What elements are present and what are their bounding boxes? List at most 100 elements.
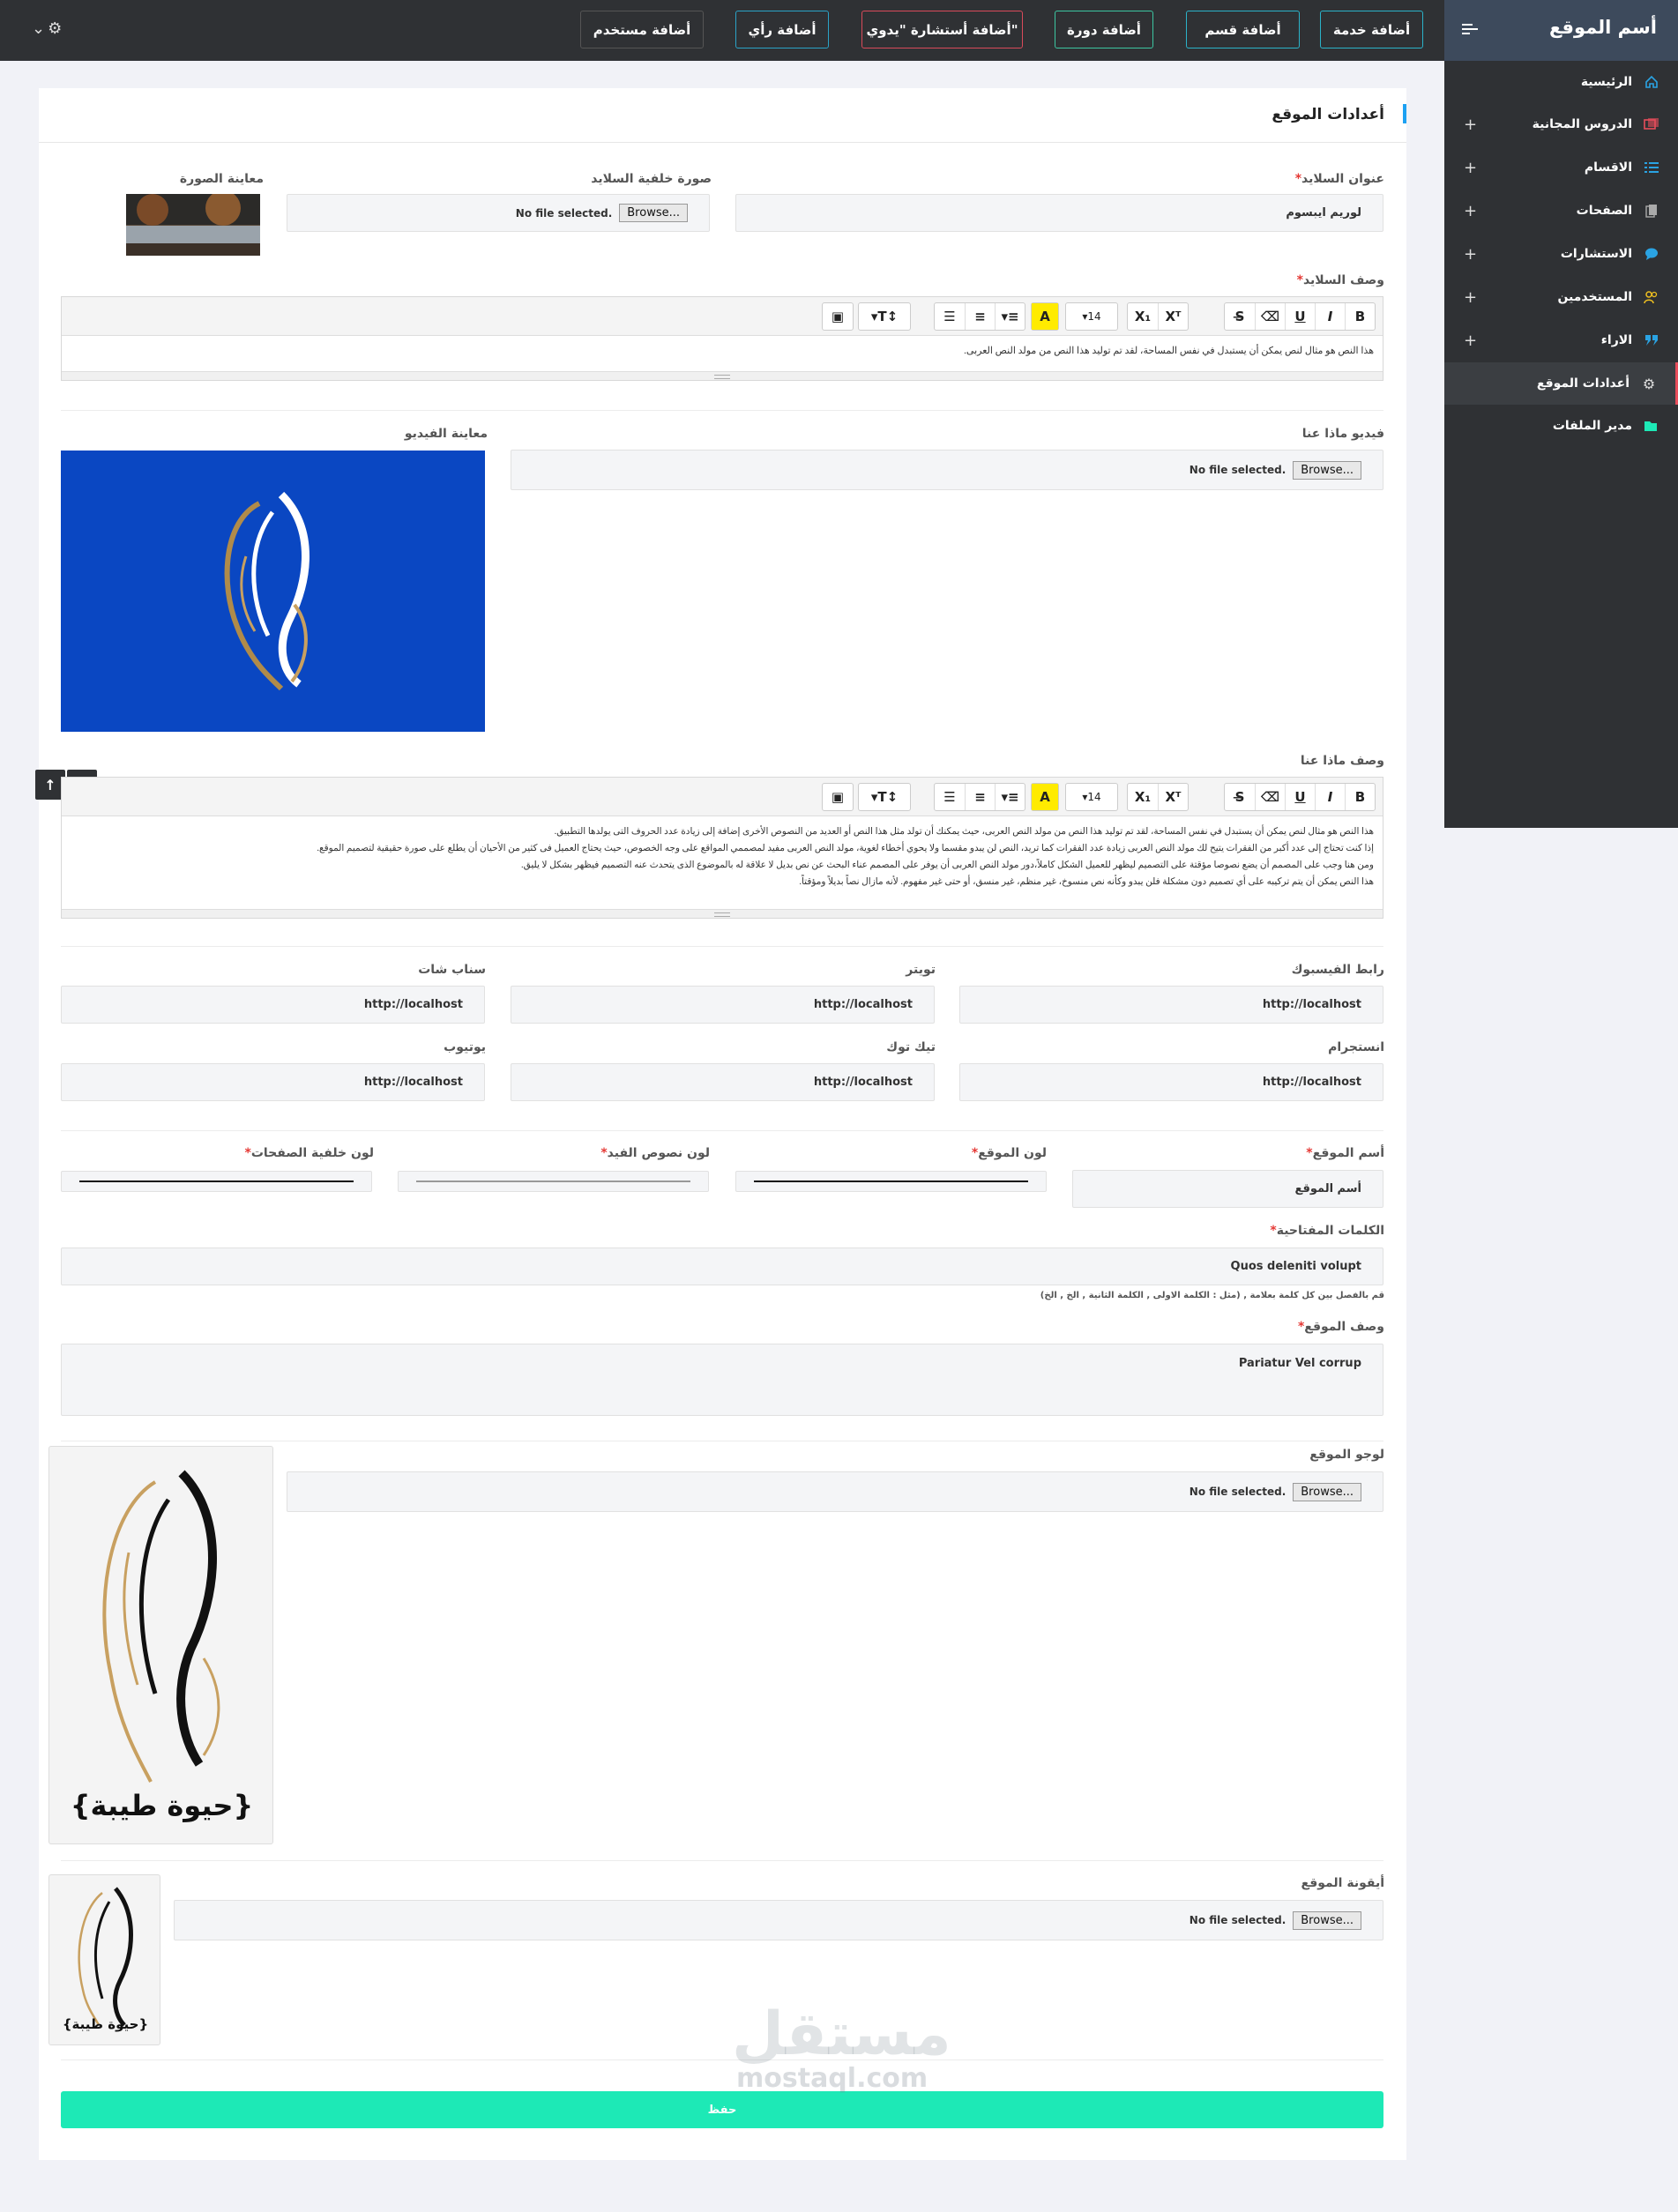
- bold-button[interactable]: B: [1345, 784, 1375, 810]
- add-course-button[interactable]: أضافة دورة: [1055, 11, 1153, 48]
- page-bg-color-picker[interactable]: [61, 1171, 372, 1192]
- unordered-list-icon[interactable]: ☰: [935, 303, 965, 330]
- color-swatch: [754, 1180, 1028, 1182]
- add-consultation-button[interactable]: أضافة أستشارة "يدوي": [861, 11, 1023, 48]
- sidebar-item-consultations[interactable]: الاستشارات +: [1444, 233, 1678, 275]
- expand-icon[interactable]: +: [1464, 331, 1477, 350]
- image-preview-label: معاينة الصورة: [179, 172, 264, 186]
- video-preview-label: معاينة الفيديو: [404, 427, 488, 441]
- expand-icon[interactable]: +: [1464, 245, 1477, 264]
- underline-button[interactable]: U: [1285, 784, 1315, 810]
- settings-dropdown[interactable]: ⌄ ⚙: [32, 19, 62, 38]
- twitter-input[interactable]: http://localhost: [511, 986, 935, 1024]
- logo-file-input[interactable]: No file selected. Browse...: [287, 1471, 1383, 1512]
- strikethrough-button[interactable]: S̶: [1225, 784, 1255, 810]
- italic-button[interactable]: I: [1315, 303, 1345, 330]
- sidebar-item-label: أعدادات الموقع: [1536, 376, 1630, 391]
- footer-color-picker[interactable]: [398, 1171, 709, 1192]
- sidebar-item-site-settings[interactable]: ⚙ أعدادات الموقع: [1444, 362, 1678, 405]
- about-desc-content[interactable]: هذا النص هو مثال لنص يمكن أن يستبدل في ن…: [62, 816, 1383, 897]
- site-color-picker[interactable]: [735, 1171, 1047, 1192]
- underline-button[interactable]: U: [1285, 303, 1315, 330]
- add-user-button[interactable]: أضافة مستخدم: [580, 11, 704, 48]
- about-video-file-input[interactable]: No file selected. Browse...: [511, 450, 1383, 490]
- superscript-button[interactable]: Xᵀ: [1158, 784, 1188, 810]
- browse-button[interactable]: Browse...: [1293, 460, 1361, 480]
- subscript-button[interactable]: X₁: [1128, 303, 1158, 330]
- font-size-select[interactable]: ▾ 14: [1066, 784, 1117, 810]
- site-desc-label: *وصف الموقع: [1297, 1320, 1384, 1334]
- text-style-select[interactable]: ▾T↕: [859, 784, 910, 810]
- strikethrough-button[interactable]: S̶: [1225, 303, 1255, 330]
- expand-icon[interactable]: +: [1464, 202, 1477, 220]
- editor-resize-handle[interactable]: [62, 371, 1383, 380]
- italic-button[interactable]: I: [1315, 784, 1345, 810]
- sidebar-item-opinions[interactable]: الاراء +: [1444, 319, 1678, 361]
- save-button[interactable]: حفظ: [61, 2091, 1383, 2128]
- add-opinion-button[interactable]: أضافة رأي: [735, 11, 829, 48]
- media-group: ▣: [822, 302, 854, 331]
- ordered-list-icon[interactable]: ≡: [965, 303, 995, 330]
- font-size-select[interactable]: ▾ 14: [1066, 303, 1117, 330]
- site-icon-preview: {حيوة طيبة}: [48, 1874, 160, 2045]
- eraser-icon[interactable]: ⌫: [1255, 784, 1285, 810]
- expand-icon[interactable]: +: [1464, 288, 1477, 307]
- keywords-input[interactable]: Quos deleniti volupt: [61, 1248, 1383, 1285]
- paragraph: ومن هنا وجب على المصمم أن يضع نصوصا مؤقت…: [520, 860, 1374, 870]
- editor-resize-handle[interactable]: [62, 909, 1383, 918]
- snapchat-input[interactable]: http://localhost: [61, 986, 485, 1024]
- add-section-button[interactable]: أضافة قسم: [1186, 11, 1300, 48]
- sidebar-item-pages[interactable]: الصفحات +: [1444, 190, 1678, 232]
- sidebar-item-users[interactable]: المستخدمين +: [1444, 276, 1678, 318]
- eraser-icon[interactable]: ⌫: [1255, 303, 1285, 330]
- media-group: ▣: [822, 783, 854, 811]
- expand-icon[interactable]: +: [1464, 115, 1477, 134]
- highlight-icon[interactable]: A: [1032, 784, 1058, 810]
- slider-desc-editor[interactable]: S̶ ⌫ U I B X₁ Xᵀ ▾ 14 A ☰ ≡ ▾≡ ▾T↕ ▣ هذا…: [61, 296, 1383, 381]
- highlight-icon[interactable]: A: [1032, 303, 1058, 330]
- chat-icon: [1644, 246, 1659, 262]
- menu-toggle-icon[interactable]: [1462, 21, 1480, 37]
- sidebar-item-file-manager[interactable]: مدير الملفات: [1444, 405, 1678, 447]
- browse-button[interactable]: Browse...: [1293, 1910, 1361, 1930]
- text-style-select[interactable]: ▾T↕: [859, 303, 910, 330]
- slider-desc-content[interactable]: هذا النص هو مثال لنص يمكن أن يستبدل في ن…: [62, 336, 1383, 367]
- chevron-down-icon: ⌄: [32, 19, 46, 38]
- list-icon: [1644, 160, 1659, 175]
- expand-icon[interactable]: +: [1464, 159, 1477, 177]
- unordered-list-icon[interactable]: ☰: [935, 784, 965, 810]
- instagram-input[interactable]: http://localhost: [959, 1063, 1383, 1101]
- browse-button[interactable]: Browse...: [619, 204, 688, 222]
- browse-button[interactable]: Browse...: [1293, 1482, 1361, 1501]
- slider-title-input[interactable]: لوريم ايبسوم: [735, 194, 1383, 232]
- divider: [61, 1130, 1383, 1131]
- align-icon[interactable]: ▾≡: [995, 784, 1025, 810]
- add-service-button[interactable]: أضافة خدمة: [1320, 11, 1423, 48]
- image-icon[interactable]: ▣: [823, 784, 853, 810]
- sidebar-item-free-lessons[interactable]: الدروس المجانية +: [1444, 103, 1678, 145]
- facebook-input[interactable]: http://localhost: [959, 986, 1383, 1024]
- youtube-input[interactable]: http://localhost: [61, 1063, 485, 1101]
- align-icon[interactable]: ▾≡: [995, 303, 1025, 330]
- folder-icon: [1644, 418, 1659, 434]
- video-preview[interactable]: [61, 451, 485, 732]
- ordered-list-icon[interactable]: ≡: [965, 784, 995, 810]
- youtube-label: يوتيوب: [444, 1040, 486, 1054]
- slider-bg-file-input[interactable]: No file selected. Browse...: [287, 194, 710, 232]
- site-name-input[interactable]: أسم الموقع: [1072, 1170, 1383, 1208]
- bold-button[interactable]: B: [1345, 303, 1375, 330]
- superscript-button[interactable]: Xᵀ: [1158, 303, 1188, 330]
- settings-card: أعدادات الموقع *عنوان السلايد لوريم ايبس…: [35, 88, 1406, 2160]
- sidebar-item-sections[interactable]: الاقسام +: [1444, 146, 1678, 189]
- subscript-button[interactable]: X₁: [1128, 784, 1158, 810]
- about-desc-editor[interactable]: S̶ ⌫ U I B X₁ Xᵀ ▾ 14 A ☰ ≡ ▾≡ ▾T↕ ▣ هذا…: [61, 777, 1383, 919]
- sidebar-item-home[interactable]: الرئيسية: [1444, 61, 1678, 103]
- no-file-text: No file selected.: [1189, 1914, 1286, 1926]
- divider: [61, 2059, 1383, 2060]
- image-icon[interactable]: ▣: [823, 303, 853, 330]
- highlight-group: A: [1031, 302, 1059, 331]
- site-desc-textarea[interactable]: Pariatur Vel corrup: [61, 1344, 1383, 1416]
- site-icon-file-input[interactable]: No file selected. Browse...: [174, 1900, 1383, 1940]
- tiktok-input[interactable]: http://localhost: [511, 1063, 935, 1101]
- twitter-label: تويتر: [906, 963, 936, 977]
